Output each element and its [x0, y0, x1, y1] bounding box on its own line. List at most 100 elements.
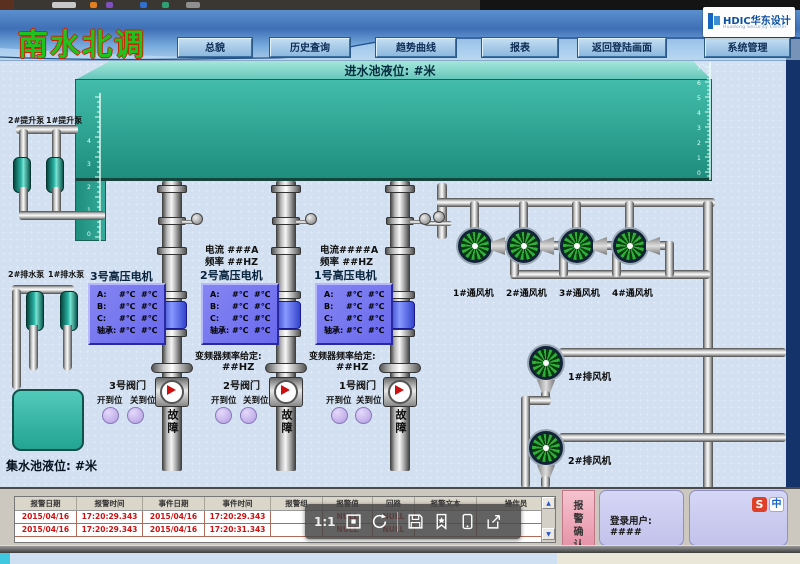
nav-button-trend-curve[interactable]: 趋势曲线	[376, 38, 456, 57]
bottom-middle-block	[10, 553, 557, 564]
motor-2-temp-panel: A: #℃ #℃ B: #℃ #℃ C: #℃ #℃ 轴承: #℃ #℃	[201, 283, 279, 345]
rotate-icon[interactable]	[371, 513, 388, 530]
valve-3-open-indicator[interactable]	[102, 407, 119, 424]
titlebar-button[interactable]	[52, 2, 76, 8]
pipe	[521, 396, 530, 488]
titlebar-icon-gray[interactable]	[186, 2, 200, 8]
valve-3-close-indicator[interactable]	[127, 407, 144, 424]
pump-3-pipe-end	[162, 439, 182, 467]
supply-fan-1[interactable]	[458, 229, 492, 263]
valve-knob[interactable]	[305, 213, 317, 225]
valve-2-arrow-icon	[281, 385, 290, 395]
flange	[385, 247, 415, 255]
alarm-confirm-button[interactable]: 报警确认	[562, 490, 595, 551]
motor-3-name: 3号高压电机	[90, 270, 153, 283]
flange	[379, 363, 421, 373]
basin-level-label: 集水池液位: #米	[6, 459, 98, 473]
fan-outlet-cone	[593, 237, 607, 255]
app-titlebar	[0, 0, 800, 10]
supply-fan-3[interactable]	[560, 229, 594, 263]
page-title: 南水北调	[18, 28, 146, 63]
pipe	[559, 433, 786, 442]
alarm-table-scrollbar[interactable]: ▲ ▼	[541, 497, 555, 542]
favorite-star-icon[interactable]	[433, 513, 450, 530]
right-ruler-3: 3	[697, 125, 701, 132]
scroll-up-icon[interactable]: ▲	[542, 497, 555, 509]
motor-2-name: 2号高压电机	[200, 269, 263, 282]
valve-1-close-label: 关到位	[356, 396, 382, 406]
scroll-track	[542, 509, 555, 528]
valve-knob[interactable]	[419, 213, 431, 225]
nav-button-history-query[interactable]: 历史查询	[270, 38, 350, 57]
bottom-window-bar	[0, 545, 800, 553]
nav-button-system-manage[interactable]: 系统管理	[705, 38, 790, 57]
titlebar-icon-purple[interactable]	[106, 2, 113, 8]
pump-2-pipe-end	[276, 439, 296, 467]
intake-tank	[75, 79, 712, 181]
scroll-down-icon[interactable]: ▼	[542, 528, 555, 540]
nav-button-return-login[interactable]: 返回登陆画面	[578, 38, 666, 57]
valve-3-close-label: 关到位	[130, 396, 156, 406]
titlebar-icon-orange[interactable]	[90, 2, 97, 8]
sogou-ime-icon[interactable]: S	[752, 497, 767, 512]
left-ruler-0: 0	[87, 231, 91, 238]
supply-fan-2-label: 2#通风机	[506, 289, 547, 299]
pipe	[12, 289, 21, 389]
supply-fan-4[interactable]	[613, 229, 647, 263]
flange	[271, 247, 301, 255]
left-ruler-2: 2	[87, 184, 91, 191]
right-ruler-1: 1	[697, 155, 701, 162]
pipe	[703, 201, 713, 491]
save-icon[interactable]	[407, 513, 424, 530]
supply-fan-3-label: 3#通风机	[559, 289, 600, 299]
flange	[157, 247, 187, 255]
pipe	[29, 325, 38, 371]
fit-screen-icon[interactable]	[345, 513, 362, 530]
drain-pump-1-label: 1#排水泵	[48, 270, 85, 279]
flange	[271, 185, 301, 193]
exhaust-fan-1[interactable]	[529, 346, 563, 380]
exhaust-fan-2-label: 2#排风机	[568, 456, 612, 467]
flange	[157, 185, 187, 193]
ime-chinese-mode-icon[interactable]: 中	[769, 497, 784, 512]
motor-2-vfd-label: 变频器频率给定:	[195, 352, 262, 362]
hdic-logo-icon-2	[714, 16, 720, 25]
valve-2-open-label: 开到位	[211, 396, 237, 406]
valve-1-label: 1号阀门	[339, 381, 376, 392]
mimic-area: 进水池液位: #米 4 3 2 1 0	[0, 60, 786, 491]
valve-knob[interactable]	[191, 213, 203, 225]
right-ruler-5: 5	[697, 95, 701, 102]
collecting-basin	[12, 389, 84, 451]
zoom-ratio-button[interactable]: 1:1	[314, 515, 336, 529]
flange	[385, 185, 415, 193]
pump-2-fault-label: 故障	[280, 409, 293, 435]
pipe	[19, 211, 105, 220]
valve-1-arrow-icon	[395, 385, 404, 395]
valve-2-close-indicator[interactable]	[240, 407, 257, 424]
alarm-panel: 报警日期 报警时间 事件日期 事件时间 报警组 报警值 回路 报警文本 操作员 …	[0, 487, 800, 551]
valve-3-open-label: 开到位	[97, 396, 123, 406]
exhaust-fan-2[interactable]	[529, 431, 563, 465]
valve-1-close-indicator[interactable]	[355, 407, 372, 424]
login-panel: 登录用户: ####	[599, 490, 684, 546]
right-ruler-4: 4	[697, 110, 701, 117]
right-ruler-0: 0	[697, 170, 701, 177]
share-icon[interactable]	[485, 513, 502, 530]
device-icon[interactable]	[459, 513, 476, 530]
flange	[151, 363, 193, 373]
nav-button-report[interactable]: 报表	[482, 38, 558, 57]
titlebar-icon-green[interactable]	[162, 2, 169, 8]
supply-fan-1-label: 1#通风机	[453, 289, 494, 299]
left-ruler-4: 4	[87, 138, 91, 145]
titlebar-icon-blue[interactable]	[140, 2, 147, 8]
exhaust-fan-1-label: 1#排风机	[568, 372, 612, 383]
valve-knob[interactable]	[433, 211, 445, 223]
nav-button-overview[interactable]: 总貌	[178, 38, 252, 57]
motor-2-vfd-value: ##HZ	[222, 362, 255, 373]
motor-3-temp-panel: A: #℃ #℃ B: #℃ #℃ C: #℃ #℃ 轴承: #℃ #℃	[88, 283, 166, 345]
motor-1-vfd-value: ##HZ	[336, 362, 369, 373]
supply-fan-2[interactable]	[507, 229, 541, 263]
right-ruler-6: 6	[697, 80, 701, 87]
valve-1-open-indicator[interactable]	[331, 407, 348, 424]
valve-2-open-indicator[interactable]	[215, 407, 232, 424]
